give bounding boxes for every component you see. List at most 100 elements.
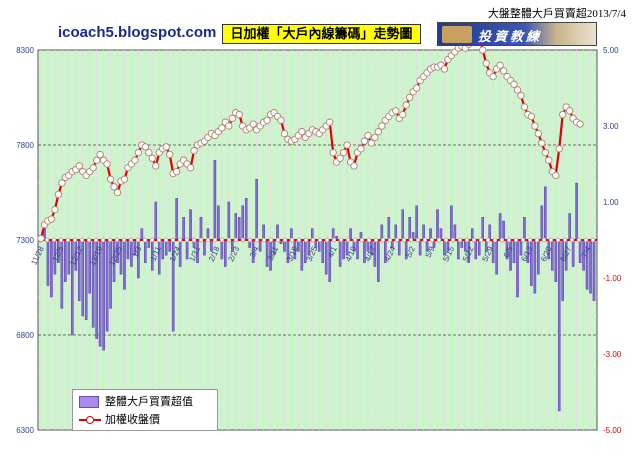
zero-line-dot — [51, 237, 57, 243]
price-point — [534, 129, 543, 138]
bar — [102, 239, 105, 351]
bar — [415, 205, 418, 241]
zero-line-dot — [58, 237, 64, 243]
price-point — [89, 164, 97, 172]
price-point — [162, 143, 170, 151]
bar — [554, 239, 558, 282]
zero-line-dot — [317, 237, 323, 243]
price-point — [103, 160, 111, 168]
zero-line-dot — [44, 237, 50, 243]
bar — [227, 201, 231, 241]
price-point — [350, 162, 358, 170]
zero-line-dot — [310, 237, 316, 243]
zero-line-dot — [296, 237, 302, 243]
price-point — [513, 86, 522, 94]
zero-line-dot — [163, 237, 169, 243]
bar — [189, 209, 192, 241]
zero-line-dot — [373, 237, 379, 243]
price-point — [172, 167, 181, 176]
bar — [488, 224, 491, 241]
bar — [88, 239, 91, 294]
zero-line-dot — [513, 237, 519, 243]
bar — [175, 197, 178, 241]
zero-line-dot — [177, 237, 183, 243]
zero-line-dot — [240, 237, 246, 243]
price-point — [235, 110, 243, 119]
price-point — [148, 154, 156, 162]
price-point — [225, 122, 233, 130]
price-point — [402, 101, 410, 109]
zero-line-dot — [499, 237, 505, 243]
price-point — [357, 145, 365, 153]
bar — [321, 239, 324, 263]
legend-item-line: 加權收盤價 — [79, 413, 160, 427]
bar — [436, 209, 439, 241]
price-point — [545, 156, 553, 164]
left-tick-label: 7300 — [16, 236, 34, 245]
price-point — [113, 188, 122, 197]
site-name: icoach5.blogspot.com — [58, 24, 217, 41]
bar — [394, 224, 398, 241]
zero-line-dot — [254, 237, 260, 243]
bar — [453, 224, 457, 241]
zero-line-dot — [114, 237, 120, 243]
left-tick-label: 6300 — [16, 426, 34, 435]
zero-line-dot — [401, 237, 407, 243]
bar — [418, 239, 422, 256]
zero-line-dot — [387, 237, 393, 243]
price-point — [479, 46, 487, 54]
logo: 投資教練 — [437, 22, 597, 46]
price-point — [541, 148, 549, 157]
price-point — [552, 171, 560, 180]
price-point — [517, 91, 525, 100]
price-point — [263, 116, 271, 124]
logo-text: 投資教練 — [478, 29, 543, 44]
bar — [224, 239, 227, 267]
bar — [592, 239, 596, 301]
zero-line-dot — [100, 237, 106, 243]
chart-svg: 6300 6800 7300 7800 8300 -5.00 -3.00 -1.00 1.00… — [16, 33, 622, 435]
zero-line-dot — [436, 237, 442, 243]
zero-line-dot — [541, 237, 547, 243]
price-point — [489, 72, 497, 81]
chart-title: 日加權「大戶內線籌碼」走勢圖 — [222, 24, 421, 44]
price-point — [482, 59, 490, 67]
bar — [217, 205, 220, 241]
bar — [397, 239, 401, 256]
price-point — [92, 156, 101, 164]
zero-line-dot — [275, 237, 281, 243]
bar — [199, 216, 203, 241]
price-point — [329, 148, 337, 157]
zero-line-dot — [324, 237, 330, 243]
legend-line-swatch — [79, 415, 101, 425]
bar — [540, 205, 544, 241]
zero-line-dot — [142, 237, 148, 243]
zero-line-dot — [527, 237, 533, 243]
bar — [457, 239, 460, 260]
bar — [498, 213, 502, 241]
zero-line-dot — [534, 237, 540, 243]
date-title: 大盤整體大戶買賣超2013/7/4 — [487, 8, 626, 20]
zero-line-dot — [331, 237, 337, 243]
price-point — [531, 122, 539, 130]
bar — [477, 239, 481, 256]
zero-line-dot — [555, 237, 561, 243]
bar — [401, 209, 404, 241]
bar — [46, 239, 50, 286]
price-point — [364, 131, 372, 140]
price-point — [378, 122, 386, 130]
bar — [571, 239, 575, 267]
zero-line-dot — [548, 237, 554, 243]
price-point — [367, 139, 376, 147]
price-point — [166, 150, 174, 159]
bar — [338, 239, 342, 267]
bar — [300, 239, 304, 271]
zero-line-dot — [107, 237, 113, 243]
bar — [119, 239, 123, 275]
legend-bar-label: 整體大戶買賣超值 — [105, 396, 193, 408]
price-point — [186, 164, 195, 172]
price-point — [75, 162, 83, 170]
zero-line-dot — [478, 237, 484, 243]
price-point — [374, 128, 383, 136]
bar — [550, 239, 554, 271]
